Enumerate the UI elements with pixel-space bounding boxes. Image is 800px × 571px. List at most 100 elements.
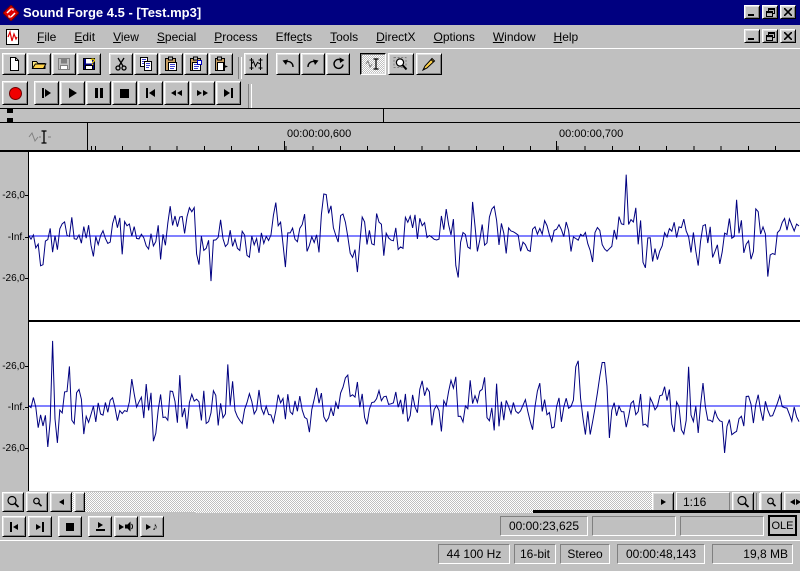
- doc-close-button[interactable]: [780, 29, 796, 43]
- edit-tool-button[interactable]: [360, 53, 386, 75]
- magnify-small-icon: [764, 495, 778, 509]
- save-as-button[interactable]: ?: [77, 53, 101, 75]
- stop-button[interactable]: [112, 81, 137, 105]
- forward-button[interactable]: [190, 81, 215, 105]
- forward-icon: [197, 90, 208, 96]
- cut-button[interactable]: [109, 53, 133, 75]
- restore-button[interactable]: [762, 5, 778, 19]
- zoom-out-time-button[interactable]: [2, 492, 24, 512]
- menu-window[interactable]: Window: [484, 28, 545, 46]
- left-channel[interactable]: [29, 152, 800, 320]
- save-as-floppy-icon: ?: [81, 56, 97, 72]
- playbar-stop-button[interactable]: [58, 516, 82, 537]
- arrow-left-icon: [59, 499, 64, 505]
- doc-restore-button[interactable]: [762, 29, 778, 43]
- titlebar[interactable]: Sound Forge 4.5 - [Test.mp3]: [0, 0, 800, 25]
- zoom-window-button[interactable]: [784, 492, 800, 512]
- play-icon: [69, 88, 77, 98]
- paste-to-new-button[interactable]: [209, 53, 233, 75]
- toolbar-separator: [238, 57, 242, 79]
- magnify-tool-button[interactable]: [388, 53, 414, 75]
- menu-edit[interactable]: Edit: [65, 28, 104, 46]
- ruler-label: 00:00:00,600: [287, 128, 351, 140]
- new-button[interactable]: [2, 53, 26, 75]
- copy-button[interactable]: [134, 53, 158, 75]
- menu-directx[interactable]: DirectX: [367, 28, 424, 46]
- cut-scissors-icon: [113, 56, 129, 72]
- play-all-icon: [42, 88, 51, 98]
- time-ruler[interactable]: 00:00:00,600 00:00:00,700: [89, 123, 800, 150]
- waveform-display[interactable]: -26,0 -Inf. -26,0 -26,0 -Inf. -26,0: [0, 150, 800, 491]
- pause-button[interactable]: [86, 81, 111, 105]
- record-button[interactable]: [2, 81, 28, 105]
- ole-drag-source[interactable]: OLE: [768, 515, 797, 536]
- menu-effects[interactable]: Effects: [267, 28, 321, 46]
- ruler-major-tick: [556, 141, 557, 150]
- document-icon: [4, 28, 22, 46]
- play-all-button[interactable]: [34, 81, 59, 105]
- scroll-left-button[interactable]: [50, 492, 72, 512]
- zoom-normal-button[interactable]: [732, 492, 754, 512]
- note-icon: ♪: [152, 522, 158, 532]
- playbar-empty-display: [680, 516, 764, 536]
- menu-options[interactable]: Options: [424, 28, 483, 46]
- playbar-play-device-button[interactable]: ♪: [140, 516, 164, 537]
- menu-view[interactable]: View: [104, 28, 148, 46]
- paste-button[interactable]: [159, 53, 183, 75]
- doc-minimize-button[interactable]: [744, 29, 760, 43]
- go-to-end-button[interactable]: [216, 81, 241, 105]
- current-tool-indicator: [0, 123, 88, 150]
- right-channel[interactable]: [29, 322, 800, 490]
- go-to-end-icon: [224, 88, 233, 98]
- transport-toolbar: [0, 78, 800, 108]
- edit-tool-icon: [365, 56, 381, 72]
- go-to-start-icon: [10, 522, 18, 532]
- playbar-go-to-end-button[interactable]: [28, 516, 52, 537]
- trim-button[interactable]: [244, 53, 268, 75]
- statusbar: 44 100 Hz 16-bit Stereo 00:00:48,143 19,…: [0, 540, 800, 568]
- minimize-button[interactable]: [744, 5, 760, 19]
- pencil-tool-button[interactable]: [416, 53, 442, 75]
- overview-position-marker[interactable]: [7, 109, 13, 113]
- stereo-channels[interactable]: [29, 152, 800, 491]
- zoom-selection-button[interactable]: [760, 492, 782, 512]
- sample-rate-field: 44 100 Hz: [438, 544, 510, 564]
- playbar-go-to-start-button[interactable]: [2, 516, 26, 537]
- scrollbar-thumb[interactable]: [74, 492, 85, 512]
- close-button[interactable]: [780, 5, 796, 19]
- menu-special[interactable]: Special: [148, 28, 205, 46]
- scroll-right-button[interactable]: [652, 492, 674, 512]
- level-label: -Inf.: [8, 232, 25, 243]
- paste-special-button[interactable]: [184, 53, 208, 75]
- redo-button[interactable]: [301, 53, 325, 75]
- restore-icon: [766, 8, 775, 17]
- playbar-play-normal-button[interactable]: [88, 516, 112, 537]
- open-button[interactable]: [27, 53, 51, 75]
- scrollbar-track[interactable]: [50, 492, 674, 512]
- playbar-play-plugin-chain-button[interactable]: [114, 516, 138, 537]
- level-ruler[interactable]: -26,0 -Inf. -26,0 -26,0 -Inf. -26,0: [0, 152, 29, 491]
- file-size-field: 19,8 MB: [712, 544, 793, 564]
- menu-file[interactable]: File: [28, 28, 65, 46]
- overview-position-marker[interactable]: [7, 118, 13, 122]
- sound-forge-window: Sound Forge 4.5 - [Test.mp3] FileEditVie…: [0, 0, 800, 571]
- new-file-icon: [6, 56, 22, 72]
- record-icon: [9, 87, 22, 100]
- overview-bar[interactable]: [0, 108, 800, 123]
- go-to-end-icon: [36, 522, 44, 532]
- play-button[interactable]: [60, 81, 85, 105]
- speaker-icon: [125, 521, 133, 532]
- repeat-button[interactable]: [326, 53, 350, 75]
- zoom-in-time-button[interactable]: [26, 492, 48, 512]
- menu-tools[interactable]: Tools: [321, 28, 367, 46]
- menu-process[interactable]: Process: [205, 28, 266, 46]
- menu-help[interactable]: Help: [545, 28, 588, 46]
- undo-button[interactable]: [276, 53, 300, 75]
- ruler-major-tick: [284, 141, 285, 150]
- go-to-start-button[interactable]: [138, 81, 163, 105]
- rewind-button[interactable]: [164, 81, 189, 105]
- save-button[interactable]: [52, 53, 76, 75]
- channels-field: Stereo: [560, 544, 610, 564]
- stop-icon: [120, 89, 129, 98]
- save-floppy-icon: [56, 56, 72, 72]
